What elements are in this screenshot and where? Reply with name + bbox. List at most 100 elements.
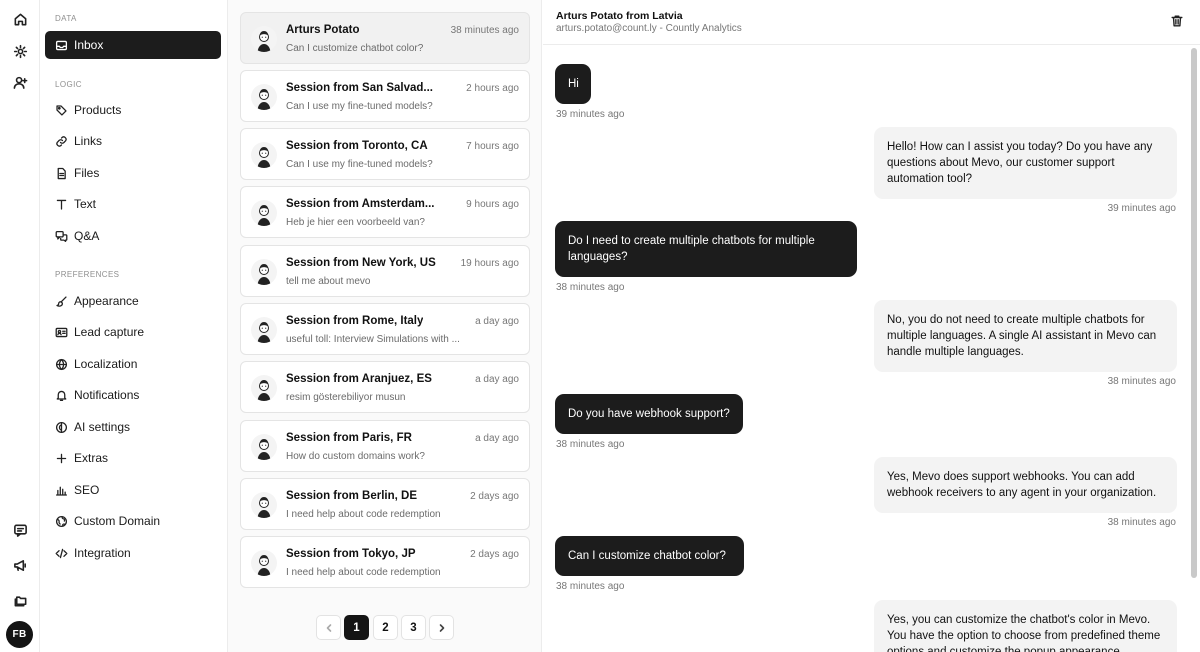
add-user-icon[interactable] — [8, 70, 32, 94]
sidebar-item-integration[interactable]: Integration — [45, 539, 221, 567]
avatar-illustration-icon — [257, 264, 271, 285]
session-preview: Heb je hier een voorbeeld van? — [286, 217, 425, 228]
megaphone-icon[interactable] — [8, 553, 32, 577]
sidebar-item-ai-settings[interactable]: AI settings — [45, 413, 221, 441]
next-page-button[interactable] — [429, 615, 454, 640]
sidebar-item-seo[interactable]: SEO — [45, 476, 221, 504]
sidebar-item-products[interactable]: Products — [45, 96, 221, 124]
sidebar-item-label: Products — [74, 103, 122, 117]
sidebar-item-label: Files — [74, 166, 100, 180]
user-message: Do I need to create multiple chatbots fo… — [555, 221, 857, 277]
sidebar-item-label: Appearance — [74, 294, 139, 308]
message-timestamp: 38 minutes ago — [556, 439, 625, 450]
avatar-illustration-icon — [257, 205, 271, 226]
sidebar-item-label: Extras — [74, 451, 109, 465]
sidebar-item-files[interactable]: Files — [45, 159, 221, 187]
sidebar-item-label: SEO — [74, 483, 100, 497]
session-time: 9 hours ago — [466, 199, 519, 210]
session-time: 2 days ago — [470, 549, 519, 560]
session-preview: resim gösterebiliyor musun — [286, 392, 406, 403]
session-time: a day ago — [475, 316, 519, 327]
session-title: Session from Paris, FR — [286, 432, 412, 444]
session-preview: Can I use my fine-tuned models? — [286, 159, 433, 170]
sidebar-item-appearance[interactable]: Appearance — [45, 287, 221, 315]
sidebar-item-qa[interactable]: Q&A — [45, 222, 221, 250]
chat-title: Arturs Potato from Latvia — [556, 10, 683, 22]
sidebar-item-text[interactable]: Text — [45, 190, 221, 218]
sidebar-item-notifications[interactable]: Notifications — [45, 381, 221, 409]
bar-chart-icon — [55, 486, 68, 496]
avatar-illustration-icon — [257, 497, 271, 518]
session-avatar — [251, 492, 277, 518]
bot-message: Hello! How can I assist you today? Do yo… — [874, 127, 1177, 199]
icon-rail: FB — [0, 0, 40, 652]
session-title: Arturs Potato — [286, 24, 360, 36]
sidebar-item-label: Links — [74, 134, 103, 148]
session-avatar — [251, 317, 277, 343]
user-avatar[interactable]: FB — [6, 621, 33, 648]
bot-message: No, you do not need to create multiple c… — [874, 300, 1177, 372]
session-card[interactable]: Session from Berlin, DE 2 days ago I nee… — [240, 478, 530, 530]
session-avatar — [251, 375, 277, 401]
home-icon[interactable] — [8, 7, 32, 31]
session-card[interactable]: Session from Paris, FR a day ago How do … — [240, 420, 530, 472]
session-card[interactable]: Session from San Salvad... 2 hours ago C… — [240, 70, 530, 122]
sidebar-item-label: Custom Domain — [74, 514, 161, 528]
session-preview: useful toll: Interview Simulations with … — [286, 334, 460, 345]
session-list: Arturs Potato 38 minutes ago Can I custo… — [228, 0, 542, 652]
sidebar-item-links[interactable]: Links — [45, 127, 221, 155]
ai-circle-icon — [55, 421, 68, 433]
session-card[interactable]: Session from Rome, Italy a day ago usefu… — [240, 303, 530, 355]
section-label-logic: LOGIC — [55, 80, 82, 89]
sidebar-item-label: Notifications — [74, 388, 140, 402]
session-preview: How do custom domains work? — [286, 451, 425, 462]
bot-message: Yes, you can customize the chatbot's col… — [874, 600, 1177, 652]
trash-icon — [1171, 15, 1183, 27]
inbox-icon — [55, 40, 68, 50]
avatar-illustration-icon — [257, 322, 271, 343]
session-title: Session from San Salvad... — [286, 82, 433, 94]
session-title: Session from Aranjuez, ES — [286, 373, 432, 385]
session-card[interactable]: Session from Aranjuez, ES a day ago resi… — [240, 361, 530, 413]
sidebar-item-custom-domain[interactable]: Custom Domain — [45, 507, 221, 535]
message-timestamp: 38 minutes ago — [556, 581, 625, 592]
session-avatar — [251, 142, 277, 168]
session-card[interactable]: Session from Toronto, CA 7 hours ago Can… — [240, 128, 530, 180]
brush-icon — [56, 295, 67, 307]
id-card-icon — [55, 327, 68, 337]
message-timestamp: 38 minutes ago — [556, 282, 625, 293]
sidebar-item-extras[interactable]: Extras — [45, 444, 221, 472]
session-card[interactable]: Session from New York, US 19 hours ago t… — [240, 245, 530, 297]
prev-page-button[interactable] — [316, 615, 341, 640]
session-time: 19 hours ago — [460, 258, 519, 269]
sidebar-item-lead-capture[interactable]: Lead capture — [45, 318, 221, 346]
plus-icon — [56, 453, 67, 463]
chat-subtitle: arturs.potato@count.ly - Countly Analyti… — [556, 23, 742, 34]
delete-conversation-button[interactable] — [1170, 14, 1184, 28]
globe-icon — [55, 358, 68, 370]
session-time: 7 hours ago — [466, 141, 519, 152]
sidebar-item-inbox[interactable]: Inbox — [45, 31, 221, 59]
message-timestamp: 39 minutes ago — [556, 109, 625, 120]
message-timestamp: 39 minutes ago — [1107, 203, 1176, 214]
page-button[interactable]: 3 — [401, 615, 426, 640]
gear-icon[interactable] — [8, 39, 32, 63]
session-time: 2 hours ago — [466, 83, 519, 94]
session-title: Session from Toronto, CA — [286, 140, 428, 152]
folders-icon[interactable] — [8, 588, 32, 612]
sidebar-item-localization[interactable]: Localization — [45, 350, 221, 378]
avatar-illustration-icon — [257, 380, 271, 401]
page-button[interactable]: 1 — [344, 615, 369, 640]
session-title: Session from Amsterdam... — [286, 198, 435, 210]
chat-scrollbar[interactable] — [1191, 48, 1197, 578]
page-button[interactable]: 2 — [373, 615, 398, 640]
session-card[interactable]: Arturs Potato 38 minutes ago Can I custo… — [240, 12, 530, 64]
qa-bubbles-icon — [55, 230, 68, 242]
session-card[interactable]: Session from Tokyo, JP 2 days ago I need… — [240, 536, 530, 588]
chat-icon[interactable] — [8, 518, 32, 542]
bell-icon — [56, 390, 67, 401]
tag-icon — [56, 104, 67, 116]
chat-panel: Arturs Potato from Latvia arturs.potato@… — [543, 0, 1200, 652]
session-card[interactable]: Session from Amsterdam... 9 hours ago He… — [240, 186, 530, 238]
session-title: Session from Rome, Italy — [286, 315, 424, 327]
